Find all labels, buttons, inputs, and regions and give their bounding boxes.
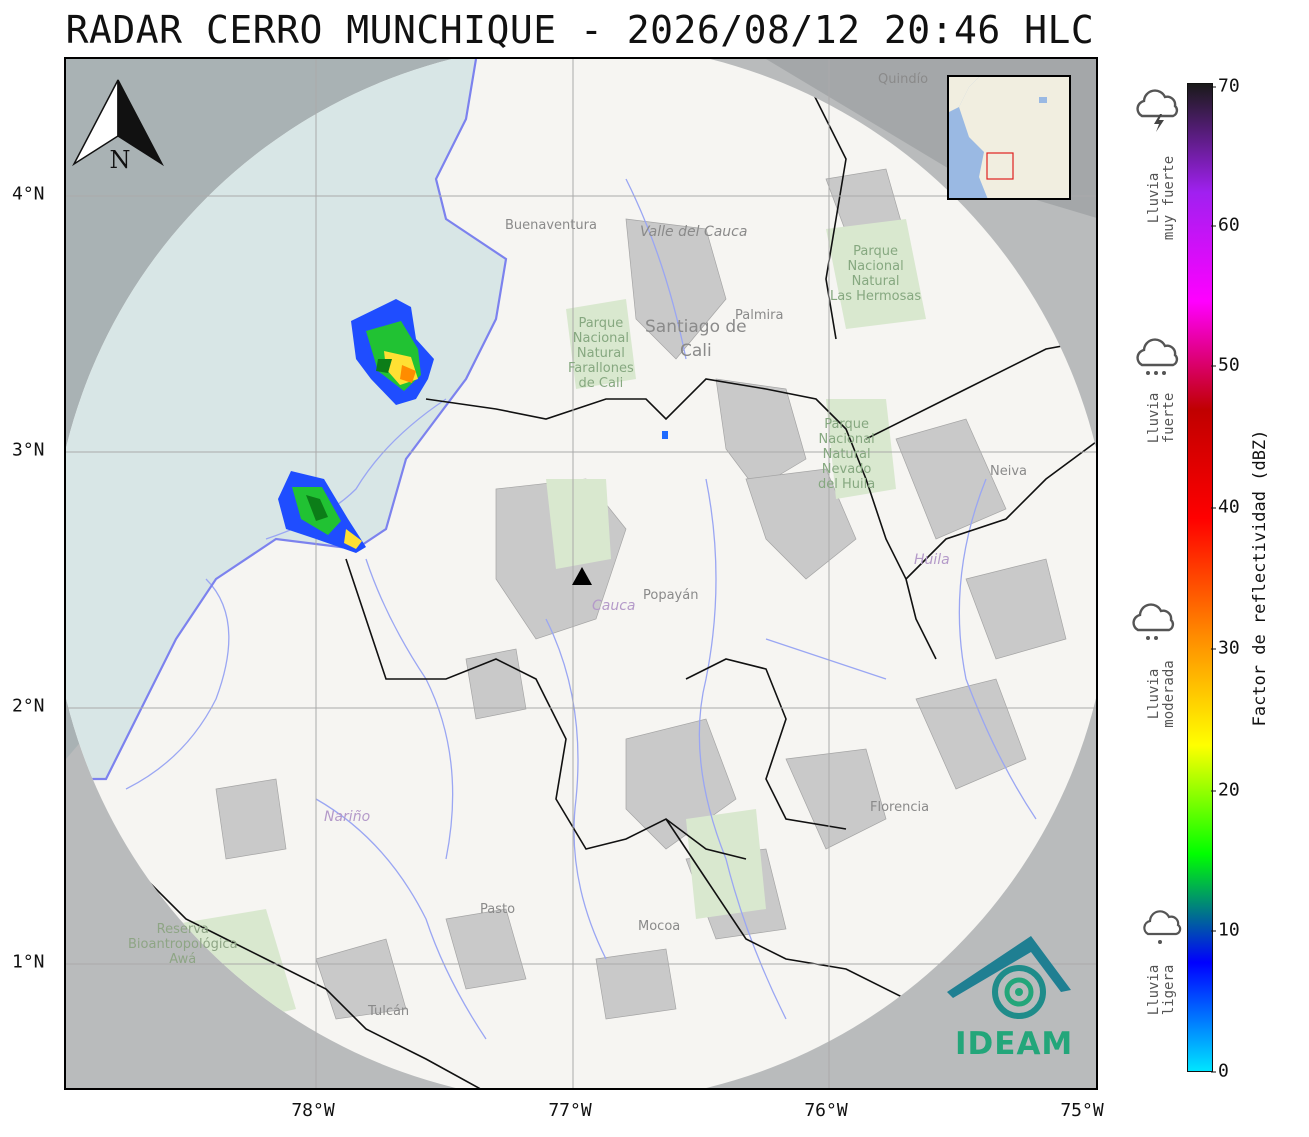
label-cauca: Cauca	[592, 598, 636, 614]
colorbar-label: Factor de reflectividad (dBZ)	[1250, 429, 1270, 727]
label-line: Parque	[824, 417, 870, 432]
inset-canvas	[949, 77, 1069, 198]
label-pasto: Pasto	[480, 902, 516, 917]
x-tick: 77°W	[548, 1100, 592, 1121]
locator-inset-map	[947, 75, 1071, 200]
heavy-rain-icon	[1136, 338, 1179, 375]
label-valle: Valle del Cauca	[640, 224, 748, 240]
category-line: moderada	[1161, 660, 1177, 728]
light-rain-icon	[1143, 910, 1182, 944]
category-line: fuerte	[1161, 392, 1177, 444]
category-line: muy fuerte	[1161, 155, 1177, 241]
ideam-logo-icon	[947, 936, 1071, 1019]
label-hermosas: Parque Nacional Natural Las Hermosas	[830, 244, 921, 304]
y-tick: 3°N	[12, 439, 45, 461]
category-line: Lluvia	[1146, 668, 1162, 720]
label-huila: Huila	[914, 552, 950, 568]
label-awa: Reserva Bioantropológica Awá	[128, 922, 238, 967]
y-tick: 4°N	[12, 183, 45, 205]
label-narino: Nariño	[324, 809, 371, 825]
label-line: Natural	[851, 274, 900, 289]
category-fuerte: Lluvia fuerte	[1146, 392, 1177, 444]
label-line: Nacional	[847, 259, 904, 274]
label-pnn-huila: Parque Nacional Natural Nevado del Huila	[818, 417, 875, 492]
moderate-rain-icon	[1132, 603, 1175, 640]
category-muy-fuerte: Lluvia muy fuerte	[1146, 155, 1177, 241]
label-line: Parque	[578, 316, 624, 331]
y-tick: 2°N	[12, 695, 45, 717]
label-neiva: Neiva	[990, 464, 1027, 479]
x-tick: 76°W	[804, 1100, 848, 1121]
label-line: Parque	[853, 244, 898, 259]
category-line: Lluvia	[1146, 964, 1162, 1016]
label-line: de Cali	[578, 376, 624, 391]
label-line: Natural	[576, 346, 625, 361]
label-line: Las Hermosas	[830, 289, 922, 304]
colorbar-tick: 30	[1211, 637, 1240, 659]
page-title: RADAR CERRO MUNCHIQUE - 2026/08/12 20:46…	[65, 8, 1095, 52]
reflectivity-colorbar	[1187, 83, 1213, 1072]
label-florencia: Florencia	[870, 800, 930, 815]
category-ligera: Lluvia ligera	[1146, 964, 1177, 1016]
label-line: Nacional	[818, 432, 875, 447]
label-tulcan: Tulcán	[368, 1004, 410, 1019]
ideam-logo-text: IDEAM	[955, 1026, 1074, 1062]
label-line: Natural	[822, 447, 871, 462]
colorbar-tick: 50	[1211, 354, 1240, 376]
x-tick: 78°W	[291, 1100, 335, 1121]
category-line: Lluvia	[1146, 172, 1162, 224]
category-moderada: Lluvia moderada	[1146, 660, 1177, 728]
x-tick: 75°W	[1060, 1100, 1104, 1121]
label-line: Bioantropológica	[128, 937, 238, 952]
label-line: Nacional	[572, 331, 629, 346]
colorbar-tick: 40	[1211, 496, 1240, 518]
category-line: Lluvia	[1146, 392, 1162, 444]
y-tick: 1°N	[12, 951, 45, 973]
label-line: Farallones	[568, 361, 634, 376]
thunderstorm-icon	[1136, 89, 1179, 132]
colorbar-tick: 60	[1211, 214, 1240, 236]
radar-echo-small	[662, 431, 668, 439]
north-arrow-icon: N	[72, 79, 164, 174]
label-mocoa: Mocoa	[638, 919, 681, 934]
colorbar-tick: 0	[1211, 1060, 1229, 1082]
label-line: Nevado	[821, 462, 872, 477]
category-line: ligera	[1161, 964, 1177, 1016]
label-line: Awá	[169, 952, 197, 967]
label-line: del Huila	[818, 477, 876, 492]
colorbar-tick: 20	[1211, 779, 1240, 801]
north-letter: N	[110, 146, 131, 174]
label-quindio: Quindío	[878, 72, 929, 87]
colorbar-tick: 10	[1211, 919, 1240, 941]
colorbar-tick: 70	[1211, 75, 1240, 97]
label-cali-1: Santiago de	[645, 317, 747, 337]
label-farallones: Parque Nacional Natural Farallones de Ca…	[568, 316, 634, 391]
label-line: Reserva	[156, 922, 209, 937]
label-popayan: Popayán	[643, 588, 699, 603]
label-buenaventura: Buenaventura	[505, 218, 597, 233]
label-cali-2: Cali	[680, 341, 712, 361]
